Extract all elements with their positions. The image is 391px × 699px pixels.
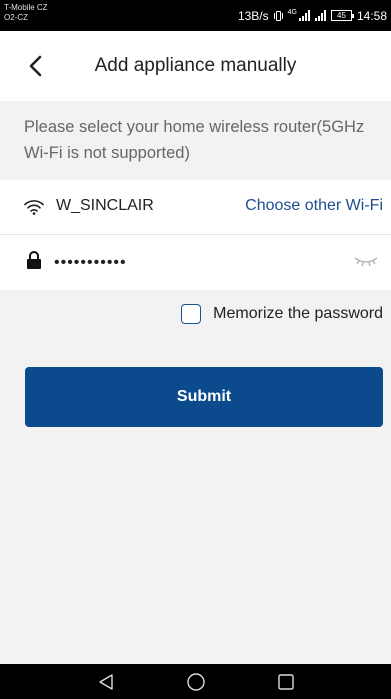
network-speed: 13B/s [237, 8, 269, 23]
battery-level: 45 [337, 11, 346, 20]
wifi-row: W_SINCLAIR Choose other Wi-Fi [0, 180, 391, 235]
lock-icon [27, 251, 41, 269]
signal-strength-secondary-icon [314, 10, 326, 21]
app-header: Add appliance manually [0, 31, 391, 101]
carrier-info: T-Mobile CZ O2-CZ [4, 3, 64, 23]
wifi-credentials-card: W_SINCLAIR Choose other Wi-Fi [0, 180, 391, 290]
clock: 14:58 [356, 8, 387, 23]
carrier-secondary: O2-CZ [4, 13, 28, 22]
vibrate-icon [273, 10, 283, 21]
nav-home-button[interactable] [181, 667, 211, 697]
memorize-password-option[interactable]: Memorize the password [181, 304, 383, 324]
memorize-password-label: Memorize the password [213, 305, 383, 322]
password-input[interactable] [52, 249, 316, 277]
page-title: Add appliance manually [94, 55, 297, 76]
nav-back-button[interactable] [91, 667, 121, 697]
carrier-primary: T-Mobile CZ [4, 3, 48, 12]
system-navigation-bar [0, 664, 391, 699]
nav-recent-button[interactable] [271, 667, 301, 697]
choose-other-wifi-link[interactable]: Choose other Wi-Fi [245, 197, 383, 215]
wifi-icon [24, 200, 44, 215]
battery-icon: 45 [330, 10, 354, 21]
nav-back-icon [98, 673, 113, 690]
submit-button[interactable]: Submit [25, 367, 383, 427]
nav-home-icon [186, 672, 205, 691]
wifi-ssid: W_SINCLAIR [56, 197, 154, 214]
nav-recent-icon [277, 673, 294, 690]
status-bar: T-Mobile CZ O2-CZ 13B/s 4G 45 14:58 [0, 0, 391, 31]
password-row [0, 235, 391, 290]
eye-closed-icon[interactable] [353, 255, 379, 267]
router-instructions: Please select your home wireless router(… [24, 118, 365, 162]
signal-strength-icon [298, 10, 310, 21]
network-type-label: 4G [287, 9, 297, 16]
memorize-password-checkbox[interactable] [181, 304, 202, 324]
status-indicators: 13B/s 4G 45 14:58 [238, 0, 387, 31]
